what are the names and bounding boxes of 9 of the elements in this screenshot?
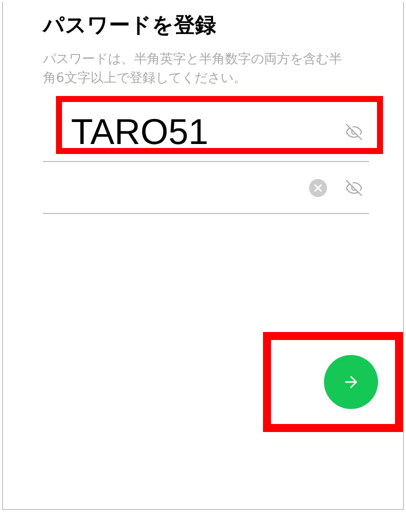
password-field[interactable]: TARO51 — [43, 102, 369, 162]
next-button[interactable] — [324, 355, 378, 409]
page-title: パスワードを登録 — [43, 12, 217, 39]
arrow-right-icon — [342, 373, 360, 391]
eye-off-icon[interactable] — [345, 178, 363, 196]
description-text: パスワードは、半角英字と半角数字の両方を含む半角6文字以上で登録してください。 — [43, 51, 343, 88]
eye-off-icon[interactable] — [345, 122, 363, 140]
clear-icon[interactable] — [309, 178, 327, 196]
password-value: TARO51 — [71, 114, 208, 150]
